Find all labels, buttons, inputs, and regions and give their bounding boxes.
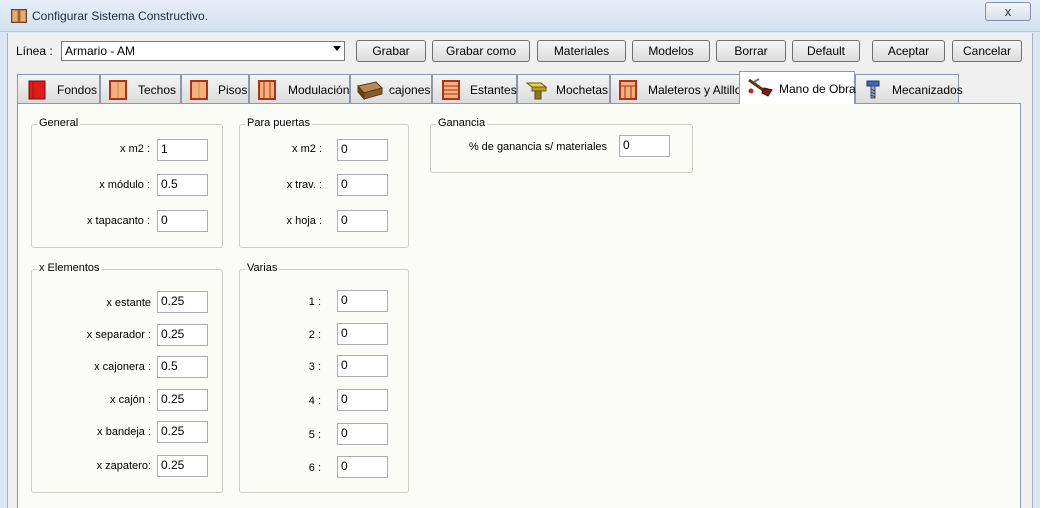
puertas-xm2-label: x m2 :: [292, 143, 322, 155]
shelves-icon: [442, 80, 460, 100]
drill-bit-icon: [866, 80, 880, 99]
general-xmodulo-label: x módulo :: [99, 179, 150, 191]
tab-label: Maleteros y Altillos: [648, 83, 748, 97]
varias-2-label: 2 :: [308, 329, 321, 341]
elementos-xcajon-label: x cajón :: [110, 394, 151, 406]
tab-maleteros[interactable]: Maleteros y Altillos: [610, 74, 747, 103]
varias-5-label: 5 :: [308, 429, 321, 441]
varias-group-title: Varias: [245, 262, 280, 274]
wood-panel-icon: [190, 80, 208, 100]
modulation-icon: [258, 80, 276, 100]
tab-label: cajones: [389, 83, 431, 97]
varias-4-field[interactable]: 0: [337, 389, 388, 411]
varias-4-label: 4 :: [308, 395, 321, 407]
tab-label: Mochetas: [556, 83, 609, 97]
tab-mochetas[interactable]: Mochetas: [517, 74, 610, 103]
materiales-button[interactable]: Materiales: [537, 40, 626, 62]
elementos-xcajon-field[interactable]: 0.25: [157, 389, 208, 411]
puertas-xhoja-field[interactable]: 0: [337, 210, 388, 232]
puertas-xtrav-field[interactable]: 0: [337, 174, 388, 196]
general-group-title: General: [37, 117, 81, 129]
ganancia-field[interactable]: 0: [619, 135, 670, 157]
elementos-xseparador-field[interactable]: 0.25: [157, 324, 208, 346]
elementos-xbandeja-label: x bandeja :: [97, 426, 151, 438]
tab-label: Modulación: [288, 83, 350, 97]
ganancia-label: % de ganancia s/ materiales: [468, 141, 607, 153]
elementos-group-title: x Elementos: [37, 262, 102, 274]
varias-5-field[interactable]: 0: [337, 423, 388, 445]
general-xtapacanto-label: x tapacanto :: [87, 215, 150, 227]
aceptar-button[interactable]: Aceptar: [872, 40, 945, 62]
varias-3-field[interactable]: 0: [337, 355, 388, 377]
tab-label: Estantes: [470, 83, 517, 97]
grabar-button[interactable]: Grabar: [356, 40, 426, 62]
elementos-xseparador-label: x separador :: [86, 329, 151, 341]
varias-2-field[interactable]: 0: [337, 323, 388, 345]
linea-select-value: Armario - AM: [65, 44, 136, 58]
cancelar-button[interactable]: Cancelar: [952, 40, 1022, 62]
general-xmodulo-field[interactable]: 0.5: [157, 174, 208, 196]
general-xtapacanto-field[interactable]: 0: [157, 210, 208, 232]
modelos-button[interactable]: Modelos: [632, 40, 710, 62]
puertas-xm2-field[interactable]: 0: [337, 139, 388, 161]
cabinet-icon: [619, 80, 637, 100]
varias-1-label: 1 :: [308, 296, 321, 308]
varias-3-label: 3 :: [308, 361, 321, 373]
tab-estantes[interactable]: Estantes: [432, 74, 517, 103]
elementos-xestante-label: x estante: [106, 297, 151, 309]
app-icon: [11, 9, 27, 23]
varias-1-field[interactable]: 0: [337, 290, 388, 312]
default-button[interactable]: Default: [792, 40, 860, 62]
puertas-xtrav-label: x trav. :: [286, 179, 322, 191]
tab-fondos[interactable]: Fondos: [17, 74, 100, 103]
tab-mecanizados[interactable]: Mecanizados: [855, 74, 963, 103]
varias-6-label: 6 :: [308, 462, 321, 474]
elementos-xzapatero-field[interactable]: 0.25: [157, 455, 208, 477]
tab-label: Techos: [138, 83, 177, 97]
tab-cajones[interactable]: cajones: [350, 74, 432, 103]
close-button[interactable]: x: [985, 2, 1031, 21]
mocheta-icon: [526, 82, 548, 100]
tab-modulacion[interactable]: Modulación: [249, 74, 350, 103]
tab-label: Fondos: [57, 83, 98, 97]
tab-label: Pisos: [218, 83, 248, 97]
tab-label: Mano de Obra: [779, 82, 856, 96]
ganancia-group-title: Ganancia: [436, 117, 488, 129]
general-xm2-label: x m2 :: [120, 143, 150, 155]
linea-select[interactable]: Armario - AM: [61, 41, 345, 61]
tab-mano-de-obra[interactable]: Mano de Obra: [739, 71, 856, 104]
chevron-down-icon: [333, 46, 341, 51]
labor-tools-icon: [748, 78, 773, 97]
elementos-xcajonera-label: x cajonera :: [94, 361, 151, 373]
puertas-group-title: Para puertas: [245, 117, 312, 129]
grabar-como-button[interactable]: Grabar como: [432, 40, 530, 62]
general-xm2-field[interactable]: 1: [157, 139, 208, 161]
linea-label: Línea :: [16, 44, 53, 58]
elementos-xcajonera-field[interactable]: 0.5: [157, 356, 208, 378]
puertas-xhoja-label: x hoja :: [286, 215, 322, 227]
drawer-icon: [357, 81, 383, 100]
tab-label: Mecanizados: [892, 83, 963, 97]
wood-panel-icon: [109, 80, 127, 100]
elementos-xbandeja-field[interactable]: 0.25: [157, 421, 208, 443]
elementos-xestante-field[interactable]: 0.25: [157, 291, 208, 313]
elementos-xzapatero-label: x zapatero:: [96, 460, 151, 472]
tab-techos[interactable]: Techos: [100, 74, 181, 103]
borrar-button[interactable]: Borrar: [716, 40, 786, 62]
window-title: Configurar Sistema Constructivo.: [32, 9, 209, 23]
red-panel-icon: [28, 80, 46, 100]
tab-pisos[interactable]: Pisos: [181, 74, 249, 103]
varias-6-field[interactable]: 0: [337, 456, 388, 478]
